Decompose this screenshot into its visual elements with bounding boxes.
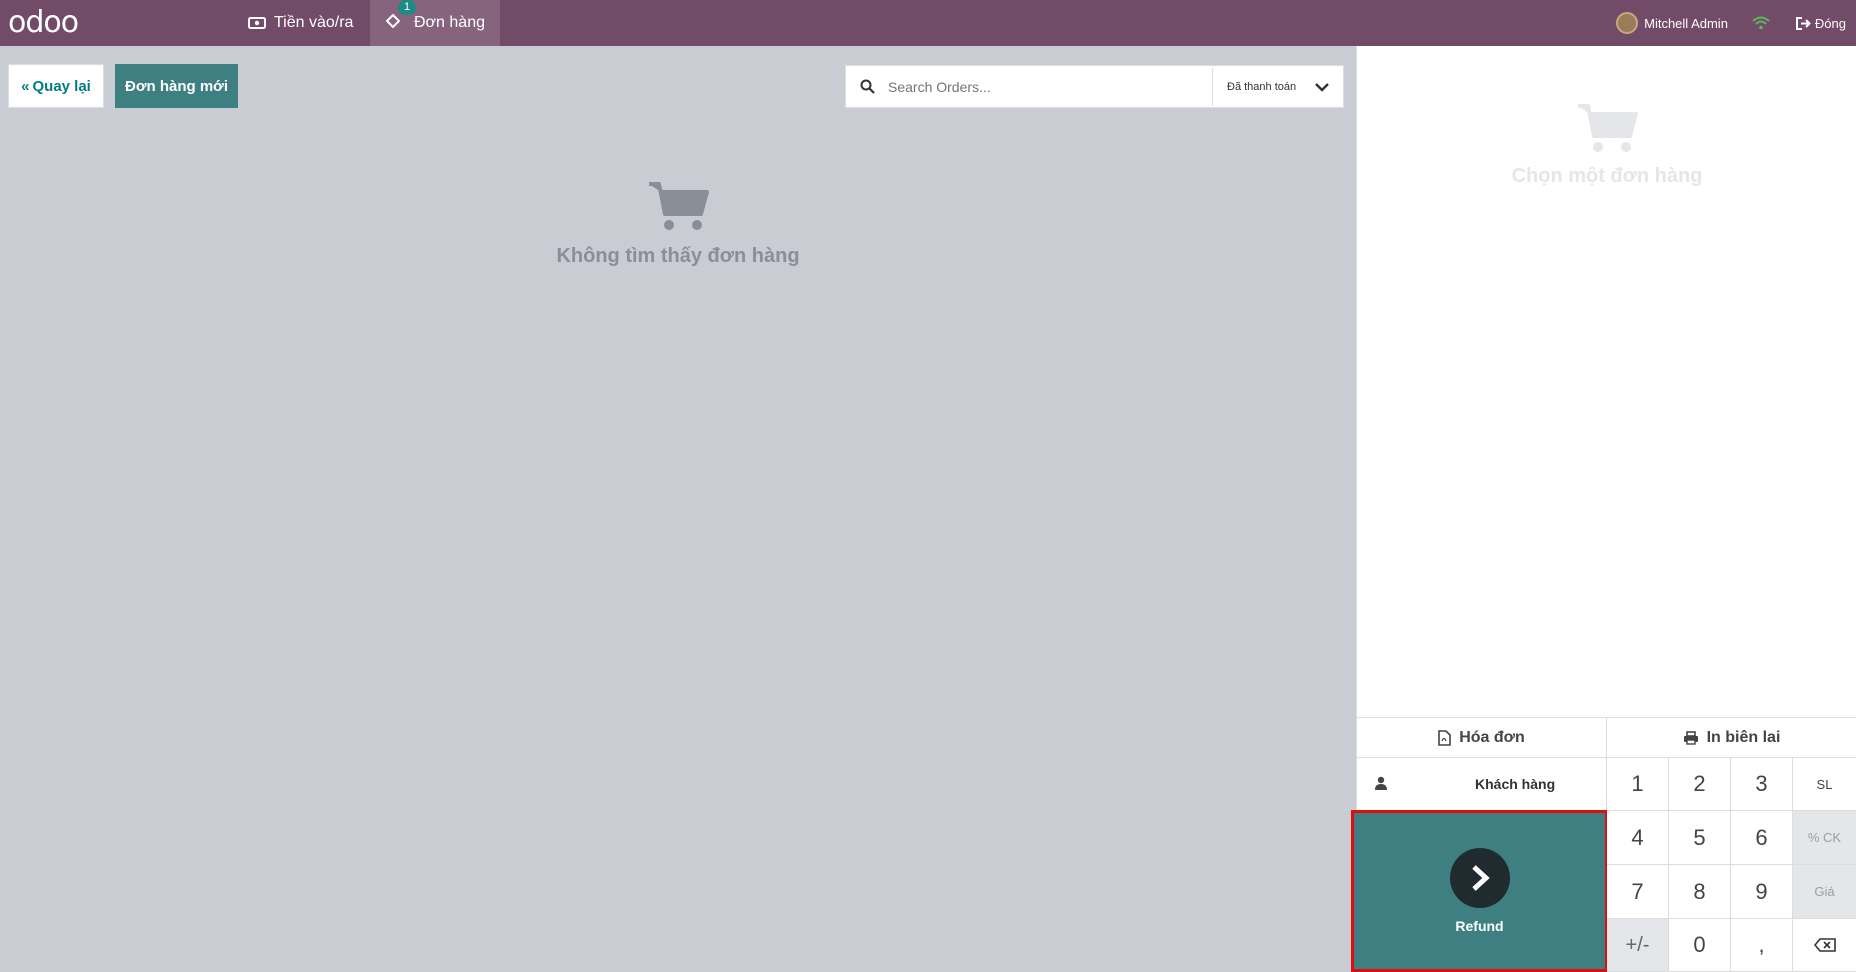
numpad-plus-minus[interactable]: +/- — [1607, 919, 1669, 972]
numpad-backspace[interactable] — [1793, 919, 1856, 972]
order-list-panel: « Quay lại Đơn hàng mới Đã thanh toán Kh… — [0, 46, 1356, 971]
customer-label: Khách hàng — [1475, 776, 1556, 792]
refund-button[interactable]: Refund — [1351, 810, 1608, 972]
action-row: Hóa đơn In biên lai — [1357, 718, 1856, 758]
sign-out-icon — [1795, 16, 1811, 30]
search-icon — [846, 79, 888, 94]
numpad-quantity-mode[interactable]: SL — [1793, 758, 1856, 811]
file-pdf-icon — [1438, 729, 1452, 746]
numpad-key-4[interactable]: 4 — [1607, 811, 1669, 865]
shopping-cart-icon — [649, 182, 709, 230]
status-filter-dropdown[interactable]: Đã thanh toán — [1213, 81, 1343, 93]
action-pad: Hóa đơn In biên lai Khách hàng Refund 1 … — [1351, 717, 1856, 972]
customer-button[interactable]: Khách hàng — [1357, 758, 1607, 811]
numpad-price-mode[interactable]: Giá — [1793, 865, 1856, 919]
orders-label: Đơn hàng — [414, 14, 485, 31]
shopping-cart-icon — [1578, 104, 1638, 152]
chevron-down-icon — [1315, 82, 1329, 92]
search-input[interactable] — [888, 67, 1213, 106]
top-bar: odoo Tiền vào/ra 1 Đơn hàng Mitchell Adm… — [0, 0, 1856, 46]
numpad-key-1[interactable]: 1 — [1607, 758, 1669, 811]
status-filter-value: Đã thanh toán — [1227, 80, 1297, 93]
numpad-key-0[interactable]: 0 — [1669, 919, 1731, 972]
numpad-key-2[interactable]: 2 — [1669, 758, 1731, 811]
orders-count-badge: 1 — [398, 0, 417, 15]
avatar — [1616, 12, 1639, 34]
money-icon — [248, 17, 266, 29]
double-chevron-left-icon: « — [21, 77, 30, 95]
back-button[interactable]: « Quay lại — [8, 64, 104, 108]
close-label: Đóng — [1814, 15, 1846, 31]
search-bar: Đã thanh toán — [845, 65, 1344, 108]
back-label: Quay lại — [32, 77, 91, 95]
odoo-logo: odoo — [8, 5, 79, 40]
empty-orders-text: Không tìm thấy đơn hàng — [556, 245, 800, 267]
orders-tab[interactable]: 1 Đơn hàng — [370, 0, 500, 46]
numpad-key-9[interactable]: 9 — [1731, 865, 1793, 919]
print-icon — [1683, 730, 1698, 745]
numpad-comma[interactable]: , — [1731, 919, 1793, 972]
invoice-button[interactable]: Hóa đơn — [1357, 718, 1607, 758]
cash-in-out-label: Tiền vào/ra — [274, 14, 354, 31]
numpad: 1 2 3 SL 4 5 6 % CK 7 8 9 Giá +/- 0 , — [1607, 758, 1856, 972]
wifi-icon — [1752, 16, 1770, 30]
invoice-label: Hóa đơn — [1459, 728, 1525, 746]
numpad-key-5[interactable]: 5 — [1669, 811, 1731, 865]
print-receipt-label: In biên lai — [1706, 728, 1781, 746]
cash-in-out-button[interactable]: Tiền vào/ra — [238, 0, 363, 46]
user-name: Mitchell Admin — [1644, 15, 1728, 31]
numpad-discount-mode[interactable]: % CK — [1793, 811, 1856, 865]
print-receipt-button[interactable]: In biên lai — [1607, 718, 1856, 758]
numpad-key-6[interactable]: 6 — [1731, 811, 1793, 865]
numpad-key-3[interactable]: 3 — [1731, 758, 1793, 811]
empty-orders-state: Không tìm thấy đơn hàng — [0, 180, 1356, 268]
empty-selection-text: Chọn một đơn hàng — [1511, 165, 1703, 187]
numpad-key-7[interactable]: 7 — [1607, 865, 1669, 919]
user-icon — [1375, 776, 1475, 793]
refund-label: Refund — [1455, 918, 1504, 934]
backspace-icon — [1813, 938, 1836, 952]
numpad-key-8[interactable]: 8 — [1669, 865, 1731, 919]
new-order-button[interactable]: Đơn hàng mới — [115, 64, 238, 108]
top-right-area: Mitchell Admin Đóng — [1616, 0, 1856, 46]
empty-selection-state: Chọn một đơn hàng — [1357, 102, 1856, 188]
chevron-right-icon — [1449, 848, 1510, 908]
ticket-icon: 1 — [385, 0, 417, 33]
close-button[interactable]: Đóng — [1795, 15, 1846, 31]
